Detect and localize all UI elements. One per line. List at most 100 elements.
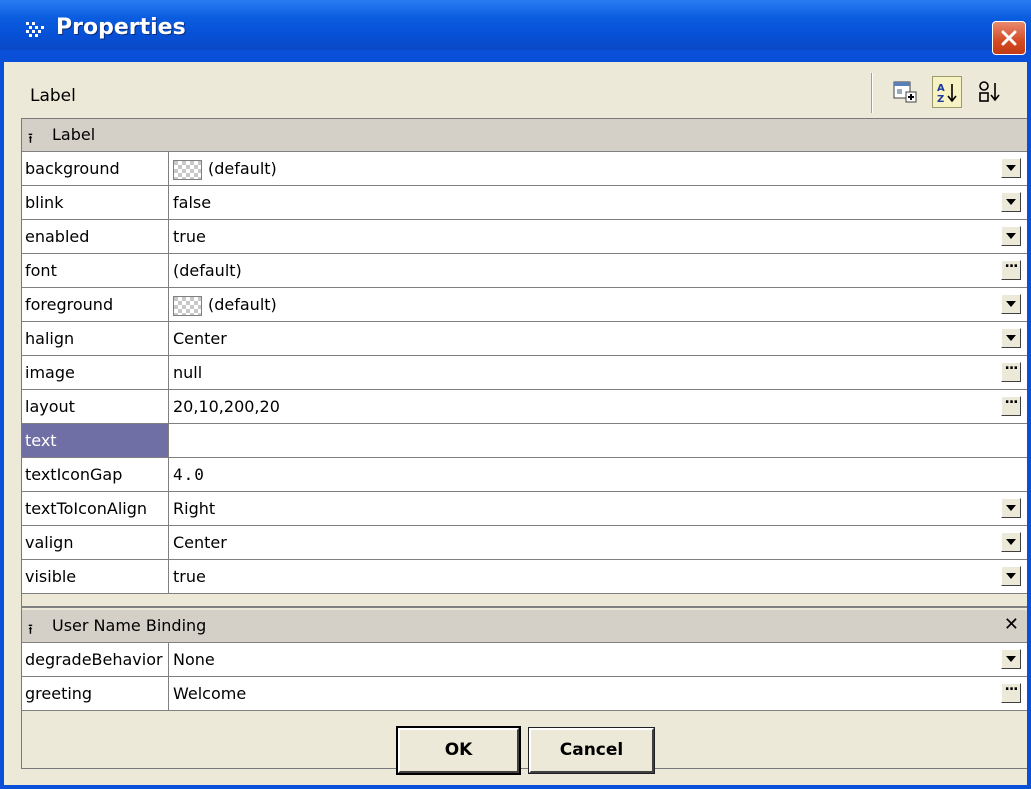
add-icon: [893, 81, 917, 103]
collapse-icon[interactable]: ⭱: [28, 128, 33, 152]
svg-text:Z: Z: [937, 94, 944, 105]
properties-window: Properties Label A Z ⭱ Label background …: [0, 0, 1031, 789]
properties-icon: [26, 22, 44, 37]
ellipsis-button[interactable]: ...: [1001, 391, 1021, 416]
property-value[interactable]: Welcome: [173, 677, 246, 710]
close-icon: [1001, 30, 1017, 46]
dropdown-button[interactable]: [1001, 328, 1021, 348]
property-row-halign[interactable]: halign Center: [22, 322, 1029, 356]
property-row-background[interactable]: background (default): [22, 152, 1029, 186]
ellipsis-button[interactable]: ...: [1001, 357, 1021, 382]
property-value[interactable]: (default): [173, 152, 277, 185]
property-value[interactable]: None: [173, 643, 215, 676]
group-title: User Name Binding: [52, 616, 207, 635]
property-value[interactable]: Center: [173, 322, 227, 355]
property-value[interactable]: (default): [173, 254, 242, 287]
group-separator: [22, 594, 1029, 608]
window-border-bottom: [0, 785, 1031, 789]
window-title: Properties: [56, 15, 186, 40]
ellipsis-icon: ...: [1004, 678, 1019, 694]
sort-alpha-icon: A Z: [937, 83, 957, 105]
property-name: valign: [22, 526, 169, 559]
property-name: blink: [22, 186, 169, 219]
ellipsis-icon: ...: [1004, 391, 1019, 407]
property-value[interactable]: Center: [173, 526, 227, 559]
dropdown-button[interactable]: [1001, 532, 1021, 552]
property-row-visible[interactable]: visible true: [22, 560, 1029, 594]
property-value[interactable]: true: [173, 220, 206, 253]
property-name: foreground: [22, 288, 169, 321]
cancel-button[interactable]: Cancel: [528, 727, 655, 774]
window-border-left: [0, 50, 4, 789]
property-row-image[interactable]: image null ...: [22, 356, 1029, 390]
property-name: layout: [22, 390, 169, 423]
sort-order-button[interactable]: [975, 76, 1005, 108]
dropdown-button[interactable]: [1001, 158, 1021, 178]
property-value[interactable]: Right: [173, 492, 215, 525]
chevron-down-icon: [1006, 656, 1016, 662]
property-value[interactable]: false: [173, 186, 211, 219]
property-row-valign[interactable]: valign Center: [22, 526, 1029, 560]
property-value[interactable]: (default): [173, 288, 277, 321]
ellipsis-button[interactable]: ...: [1001, 678, 1021, 703]
color-swatch: [173, 159, 202, 180]
property-row-enabled[interactable]: enabled true: [22, 220, 1029, 254]
title-bar[interactable]: Properties: [0, 0, 1031, 55]
property-value[interactable]: true: [173, 560, 206, 593]
dropdown-button[interactable]: [1001, 226, 1021, 246]
sort-order-icon: [979, 81, 1000, 102]
property-row-font[interactable]: font (default) ...: [22, 254, 1029, 288]
remove-icon[interactable]: ✕: [1004, 614, 1019, 635]
chevron-down-icon: [1006, 199, 1016, 205]
chevron-down-icon: [1006, 165, 1016, 171]
chevron-down-icon: [1006, 573, 1016, 579]
chevron-down-icon: [1006, 539, 1016, 545]
dropdown-button[interactable]: [1001, 498, 1021, 518]
close-button[interactable]: [992, 21, 1026, 55]
add-slot-button[interactable]: [890, 76, 920, 108]
collapse-icon[interactable]: ⭱: [28, 619, 33, 643]
group-header-user-name-binding[interactable]: ⭱ User Name Binding ✕: [22, 610, 1029, 643]
property-name-selected: text: [22, 424, 169, 457]
property-row-blink[interactable]: blink false: [22, 186, 1029, 220]
property-row-degradebehavior[interactable]: degradeBehavior None: [22, 643, 1029, 677]
chevron-down-icon: [1006, 301, 1016, 307]
property-name: textToIconAlign: [22, 492, 169, 525]
property-value[interactable]: 20,10,200,20: [173, 390, 280, 423]
ellipsis-button[interactable]: ...: [1001, 255, 1021, 280]
property-name: background: [22, 152, 169, 185]
property-name: greeting: [22, 677, 169, 710]
chevron-down-icon: [1006, 505, 1016, 511]
property-name: textIconGap: [22, 458, 169, 491]
chevron-down-icon: [1006, 335, 1016, 341]
dropdown-button[interactable]: [1001, 192, 1021, 212]
property-row-text[interactable]: text: [22, 424, 1029, 458]
window-border-right: [1027, 50, 1031, 789]
property-value[interactable]: 4.0: [173, 458, 205, 491]
property-name: degradeBehavior: [22, 643, 169, 676]
svg-text:A: A: [937, 83, 945, 94]
property-name: enabled: [22, 220, 169, 253]
property-row-layout[interactable]: layout 20,10,200,20 ...: [22, 390, 1029, 424]
property-row-texttoiconalign[interactable]: textToIconAlign Right: [22, 492, 1029, 526]
chevron-down-icon: [1006, 233, 1016, 239]
ok-button[interactable]: OK: [396, 726, 521, 775]
property-value[interactable]: null: [173, 356, 202, 389]
dropdown-button[interactable]: [1001, 294, 1021, 314]
sort-alphabetical-button[interactable]: A Z: [932, 76, 962, 108]
property-row-foreground[interactable]: foreground (default): [22, 288, 1029, 322]
dropdown-button[interactable]: [1001, 566, 1021, 586]
property-row-texticongap[interactable]: textIconGap 4.0: [22, 458, 1029, 492]
toolbar-label: Label: [30, 86, 76, 106]
ellipsis-icon: ...: [1004, 357, 1019, 373]
property-name: image: [22, 356, 169, 389]
group-header-label[interactable]: ⭱ Label: [22, 119, 1029, 152]
property-name: halign: [22, 322, 169, 355]
property-row-greeting[interactable]: greeting Welcome ...: [22, 677, 1029, 711]
toolbar-separator: [871, 73, 873, 113]
color-swatch: [173, 295, 202, 316]
dropdown-button[interactable]: [1001, 649, 1021, 669]
ellipsis-icon: ...: [1004, 255, 1019, 271]
property-name: font: [22, 254, 169, 287]
group-title: Label: [52, 125, 96, 144]
